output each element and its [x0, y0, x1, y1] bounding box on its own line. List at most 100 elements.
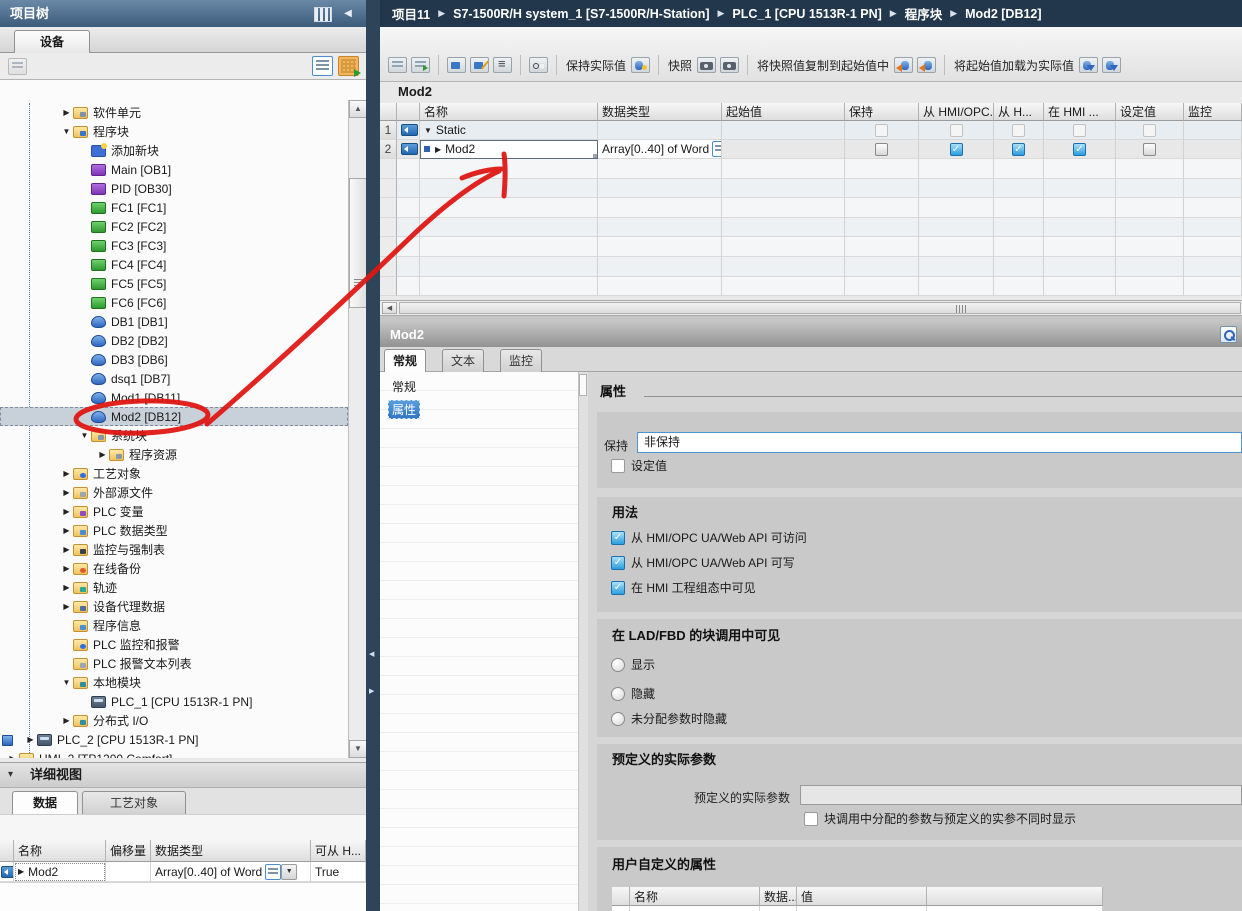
setpoint-checkbox[interactable] [611, 459, 625, 473]
row-list-icon[interactable] [493, 57, 512, 73]
tree-item[interactable]: ▶外部源文件 [0, 483, 348, 502]
add-row-icon[interactable] [411, 57, 430, 73]
name-cell[interactable]: ▶Mod2 [420, 140, 598, 159]
usage-checkbox[interactable]: ✓ [611, 531, 625, 545]
tree-item[interactable]: FC1 [FC1] [0, 198, 348, 217]
datatype-browse-icon[interactable] [712, 141, 722, 157]
splitter-collapse-icon[interactable]: ◀ [369, 650, 374, 658]
start-value-cell[interactable] [722, 140, 845, 159]
expander-icon[interactable]: ▶ [60, 488, 73, 497]
expander-icon[interactable]: ▶ [60, 602, 73, 611]
expander-icon[interactable]: ▼ [424, 126, 432, 135]
expander-icon[interactable]: ▶ [60, 583, 73, 592]
load-start-icon[interactable] [1079, 57, 1098, 73]
tree-item[interactable]: ▶HMI_2 [TP1200 Comfort] [0, 749, 348, 758]
inspect-icon[interactable] [1220, 326, 1237, 343]
visibility-radio[interactable] [611, 658, 625, 672]
visibility-radio[interactable] [611, 687, 625, 701]
start-value-cell[interactable] [722, 121, 845, 140]
expander-icon[interactable]: ▶ [60, 469, 73, 478]
retain-select[interactable]: 非保持 [637, 432, 1242, 453]
tab-supervisions[interactable]: 监控 [500, 349, 542, 372]
tree-item[interactable]: ▶分布式 I/O [0, 711, 348, 730]
name-cell[interactable]: ▼Static [420, 121, 598, 140]
tree-item[interactable]: ▼本地模块 [0, 673, 348, 692]
tree-item[interactable]: DB1 [DB1] [0, 312, 348, 331]
snapshot-up-icon[interactable] [697, 57, 716, 73]
columns-icon[interactable] [314, 7, 332, 22]
collapse-left-icon[interactable]: ◀ [340, 7, 356, 20]
tree-item[interactable]: ▶软件单元 [0, 103, 348, 122]
scroll-up-icon[interactable]: ▲ [349, 100, 367, 118]
expander-icon[interactable]: ▼ [78, 431, 91, 440]
tree-item[interactable]: ▶工艺对象 [0, 464, 348, 483]
scroll-down-icon[interactable]: ▼ [349, 740, 367, 758]
usage-checkbox[interactable]: ✓ [611, 556, 625, 570]
panel-splitter[interactable]: ◀ ▶ [366, 0, 380, 911]
fromh-checkbox[interactable]: ✓ [1012, 143, 1025, 156]
expander-icon[interactable]: ▶ [24, 735, 37, 744]
tab-technology-objects[interactable]: 工艺对象 [82, 791, 186, 814]
tree-item[interactable]: 程序信息 [0, 616, 348, 635]
tree-item[interactable]: Mod1 [DB11] [0, 388, 348, 407]
hmiopc-checkbox[interactable]: ✓ [950, 143, 963, 156]
breadcrumb-segment[interactable]: Mod2 [DB12] [965, 7, 1041, 21]
tree-item[interactable]: Mod2 [DB12] [0, 407, 348, 426]
predefined-field[interactable] [800, 785, 1242, 805]
scroll-left-icon[interactable]: ◀ [382, 302, 397, 314]
expander-icon[interactable]: ▶ [435, 145, 441, 154]
breadcrumb-segment[interactable]: PLC_1 [CPU 1513R-1 PN] [732, 7, 881, 21]
tree-item[interactable]: dsq1 [DB7] [0, 369, 348, 388]
datatype-dropdown-icon[interactable]: ▼ [281, 864, 297, 880]
tree-item[interactable]: ▶程序资源 [0, 445, 348, 464]
setp-checkbox[interactable] [1143, 143, 1156, 156]
breadcrumb-segment[interactable]: S7-1500R/H system_1 [S7-1500R/H-Station] [453, 7, 709, 21]
db-lock-icon[interactable] [631, 57, 650, 73]
datatype-cell[interactable] [598, 121, 722, 140]
tree-item[interactable]: FC4 [FC4] [0, 255, 348, 274]
tree-item[interactable]: PLC_1 [CPU 1513R-1 PN] [0, 692, 348, 711]
tree-item[interactable]: DB3 [DB6] [0, 350, 348, 369]
tree-item[interactable]: ▶监控与强制表 [0, 540, 348, 559]
filter-icon[interactable] [8, 58, 27, 75]
tree-item[interactable]: ▶PLC_2 [CPU 1513R-1 PN] [0, 730, 348, 749]
toolbar-button-label[interactable]: 将快照值复制到起始值中 [757, 57, 889, 74]
nav-item-general[interactable]: 常规 [388, 377, 420, 396]
edit-block-icon[interactable] [470, 57, 489, 73]
expander-icon[interactable]: ▶ [60, 716, 73, 725]
tree-item[interactable]: ▼系统块 [0, 426, 348, 445]
copy-snap-icon[interactable] [894, 57, 913, 73]
breadcrumb-segment[interactable]: 程序块 [905, 4, 943, 23]
keep-block-icon[interactable] [447, 57, 466, 73]
tree-item[interactable]: FC3 [FC3] [0, 236, 348, 255]
tree-item[interactable]: PID [OB30] [0, 179, 348, 198]
tree-item[interactable]: ▶PLC 变量 [0, 502, 348, 521]
expander-icon[interactable]: ▼ [60, 678, 73, 687]
tree-scrollbar-thumb[interactable] [349, 178, 367, 308]
snapshot-down-icon[interactable] [720, 57, 739, 73]
name-cell[interactable]: ▶Mod2 [14, 862, 106, 882]
expander-icon[interactable]: ▼ [60, 127, 73, 136]
usage-checkbox[interactable]: ✓ [611, 581, 625, 595]
expander-icon[interactable]: ▶ [60, 507, 73, 516]
insert-row-icon[interactable] [388, 57, 407, 73]
tree-item[interactable]: PLC 报警文本列表 [0, 654, 348, 673]
nav-item-attributes[interactable]: 属性 [388, 400, 420, 419]
hscrollbar-thumb[interactable] [399, 302, 1241, 314]
expander-icon[interactable]: ▶ [60, 108, 73, 117]
tree-item[interactable]: ▶轨迹 [0, 578, 348, 597]
tree-item[interactable]: ▶在线备份 [0, 559, 348, 578]
toolbar-button-label[interactable]: 快照 [668, 57, 692, 74]
tree-item[interactable]: ▼程序块 [0, 122, 348, 141]
tree-item[interactable]: PLC 监控和报警 [0, 635, 348, 654]
expander-icon[interactable]: ▶ [60, 526, 73, 535]
binocular-icon[interactable] [529, 57, 548, 73]
expander-icon[interactable]: ▶ [60, 545, 73, 554]
tree-item[interactable]: FC5 [FC5] [0, 274, 348, 293]
nav-scrollbar-thumb[interactable] [579, 374, 587, 396]
table-export-icon[interactable] [338, 56, 359, 76]
tab-data[interactable]: 数据 [12, 791, 78, 814]
list-view-icon[interactable] [312, 56, 333, 76]
show-different-checkbox[interactable] [804, 812, 818, 826]
chevron-down-icon[interactable]: ▾ [8, 763, 13, 787]
